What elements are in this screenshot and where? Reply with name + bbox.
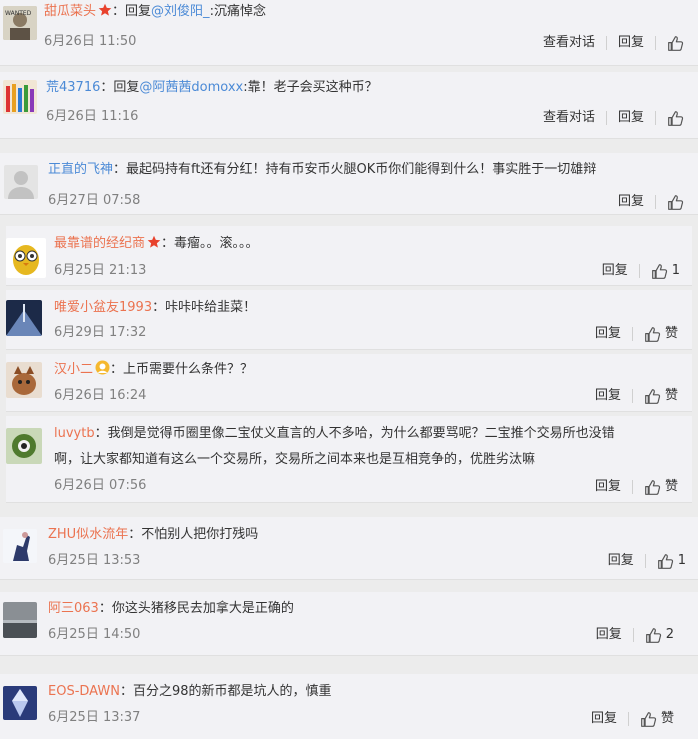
username-link[interactable]: 汉小二 — [54, 362, 93, 377]
reply-button[interactable]: 回复 — [595, 325, 621, 343]
avatar[interactable]: WANTED — [3, 6, 37, 40]
like-button[interactable]: 赞 — [644, 478, 678, 496]
username-link[interactable]: 最靠谱的经纪商 — [54, 236, 145, 251]
comment-item: EOS-DAWN：百分之98的新币都是坑人的，慎重 6月25日 13:37 回复… — [0, 674, 698, 739]
view-dialog-button[interactable]: 查看对话 — [543, 109, 595, 127]
thumbs-up-icon — [644, 479, 661, 496]
like-button[interactable]: 赞 — [640, 710, 674, 728]
timestamp: 6月25日 21:13 — [54, 263, 147, 278]
reply-button[interactable]: 回复 — [595, 478, 621, 496]
avatar[interactable] — [6, 300, 42, 336]
timestamp: 6月27日 07:58 — [48, 193, 141, 208]
timestamp: 6月25日 14:50 — [48, 627, 141, 642]
timestamp: 6月25日 13:37 — [48, 710, 141, 725]
comment-item: 正直的飞神：最起码持有ft还有分红！持有币安币火腿OK币你们能得到什么！事实胜于… — [0, 153, 698, 215]
comment-text: luvytb：我倒是觉得币圈里像二宝仗义直言的人不多哈，为什么都要骂呢？二宝推个… — [54, 426, 615, 441]
comment-item: 最靠谱的经纪商 ：毒瘤。。滚。。。 6月25日 21:13 回复 1 — [6, 226, 692, 286]
username-link[interactable]: EOS-DAWN — [48, 684, 120, 699]
comment-text: 正直的飞神：最起码持有ft还有分红！持有币安币火腿OK币你们能得到什么！事实胜于… — [48, 162, 597, 177]
thumbs-up-icon — [657, 553, 674, 570]
comment-item: 阿三063：你这头猪移民去加拿大是正确的 6月25日 14:50 回复 2 — [0, 592, 698, 656]
like-count: 1 — [677, 553, 686, 568]
reply-button[interactable]: 回复 — [608, 552, 634, 570]
comment-text: 荒43716：回复@阿茜茜domoxx:靠！老子会买这种币？ — [46, 80, 378, 95]
username-link[interactable]: 荒43716 — [46, 80, 100, 95]
comment-text: 甜瓜菜头 ：回复@刘俊阳_:沉痛悼念 — [44, 2, 688, 24]
username-link[interactable]: 唯爱小盆友1993 — [54, 300, 152, 315]
avatar[interactable] — [3, 686, 37, 720]
view-dialog-button[interactable]: 查看对话 — [543, 34, 595, 52]
reply-button[interactable]: 回复 — [595, 387, 621, 405]
avatar[interactable] — [4, 165, 38, 199]
username-link[interactable]: 正直的飞神 — [48, 162, 113, 177]
thumbs-up-icon — [651, 263, 668, 280]
reply-button[interactable]: 回复 — [602, 262, 628, 280]
timestamp: 6月26日 11:50 — [44, 34, 137, 49]
reply-button[interactable]: 回复 — [591, 710, 617, 728]
like-button[interactable]: 2 — [645, 626, 674, 644]
reply-button[interactable]: 回复 — [618, 109, 644, 127]
username-link[interactable]: ZHU似水流年 — [48, 527, 128, 542]
thumbs-up-icon — [667, 35, 684, 52]
red-star-badge-icon — [98, 3, 112, 24]
comment-item: WANTED 甜瓜菜头 ：回复@刘俊阳_:沉痛悼念 6月26日 11:50 查看对… — [0, 0, 698, 66]
timestamp: 6月26日 07:56 — [54, 478, 147, 493]
gold-member-badge-icon — [95, 360, 110, 382]
avatar[interactable] — [3, 529, 37, 563]
like-count: 2 — [665, 627, 674, 642]
username-link[interactable]: luvytb — [54, 426, 95, 441]
avatar[interactable] — [6, 238, 46, 278]
username-link[interactable]: 甜瓜菜头 — [44, 4, 96, 19]
red-star-badge-icon — [147, 235, 161, 256]
like-button[interactable] — [667, 35, 684, 52]
like-button[interactable]: 赞 — [644, 325, 678, 343]
comment-text: EOS-DAWN：百分之98的新币都是坑人的，慎重 — [48, 684, 332, 699]
reply-button[interactable]: 回复 — [596, 626, 622, 644]
comment-text: 汉小二 ：上币需要什么条件？？ — [54, 360, 682, 382]
svg-text:WANTED: WANTED — [5, 10, 32, 17]
like-label: 赞 — [664, 326, 678, 341]
mention-link[interactable]: @阿茜茜domoxx — [139, 80, 243, 95]
timestamp: 6月26日 16:24 — [54, 388, 147, 403]
like-label: 赞 — [664, 388, 678, 403]
timestamp: 6月29日 17:32 — [54, 325, 147, 340]
thumbs-up-icon — [640, 711, 657, 728]
avatar[interactable] — [3, 602, 37, 638]
comment-item: ZHU似水流年：不怕别人把你打残吗 6月25日 13:53 回复 1 — [0, 517, 698, 580]
username-link[interactable]: 阿三063 — [48, 601, 99, 616]
thumbs-up-icon — [644, 388, 661, 405]
thumbs-up-icon — [667, 110, 684, 127]
like-count: 1 — [671, 263, 680, 278]
like-button[interactable]: 1 — [651, 262, 680, 280]
mention-link[interactable]: @刘俊阳_ — [151, 4, 210, 19]
comment-text: 最靠谱的经纪商 ：毒瘤。。滚。。。 — [54, 234, 682, 256]
reply-button[interactable]: 回复 — [618, 34, 644, 52]
like-button[interactable] — [667, 194, 684, 211]
comment-item: luvytb：我倒是觉得币圈里像二宝仗义直言的人不多哈，为什么都要骂呢？二宝推个… — [6, 416, 692, 503]
comment-text: ZHU似水流年：不怕别人把你打残吗 — [48, 527, 259, 542]
timestamp: 6月26日 11:16 — [46, 109, 139, 124]
like-label: 赞 — [664, 479, 678, 494]
thumbs-up-icon — [645, 627, 662, 644]
comment-text: 阿三063：你这头猪移民去加拿大是正确的 — [48, 601, 294, 616]
thumbs-up-icon — [644, 326, 661, 343]
comment-item: 唯爱小盆友1993：咔咔咔给韭菜！ 6月29日 17:32 回复 赞 — [6, 290, 692, 350]
like-button[interactable]: 赞 — [644, 387, 678, 405]
comment-text-continued: 啊，让大家都知道有这么一个交易所，交易所之间本来也是互相竞争的，优胜劣汰嘛 — [54, 452, 536, 467]
comment-item: 荒43716：回复@阿茜茜domoxx:靠！老子会买这种币？ 6月26日 11:… — [0, 72, 698, 139]
like-button[interactable]: 1 — [657, 552, 686, 570]
avatar[interactable] — [6, 428, 42, 464]
avatar[interactable] — [3, 80, 37, 114]
like-button[interactable] — [667, 110, 684, 127]
avatar[interactable] — [6, 362, 42, 398]
comment-item: 汉小二 ：上币需要什么条件？？ 6月26日 16:24 回复 赞 — [6, 354, 692, 412]
reply-button[interactable]: 回复 — [618, 193, 644, 211]
thumbs-up-icon — [667, 194, 684, 211]
comment-text: 唯爱小盆友1993：咔咔咔给韭菜！ — [54, 300, 257, 315]
timestamp: 6月25日 13:53 — [48, 553, 141, 568]
like-label: 赞 — [660, 711, 674, 726]
